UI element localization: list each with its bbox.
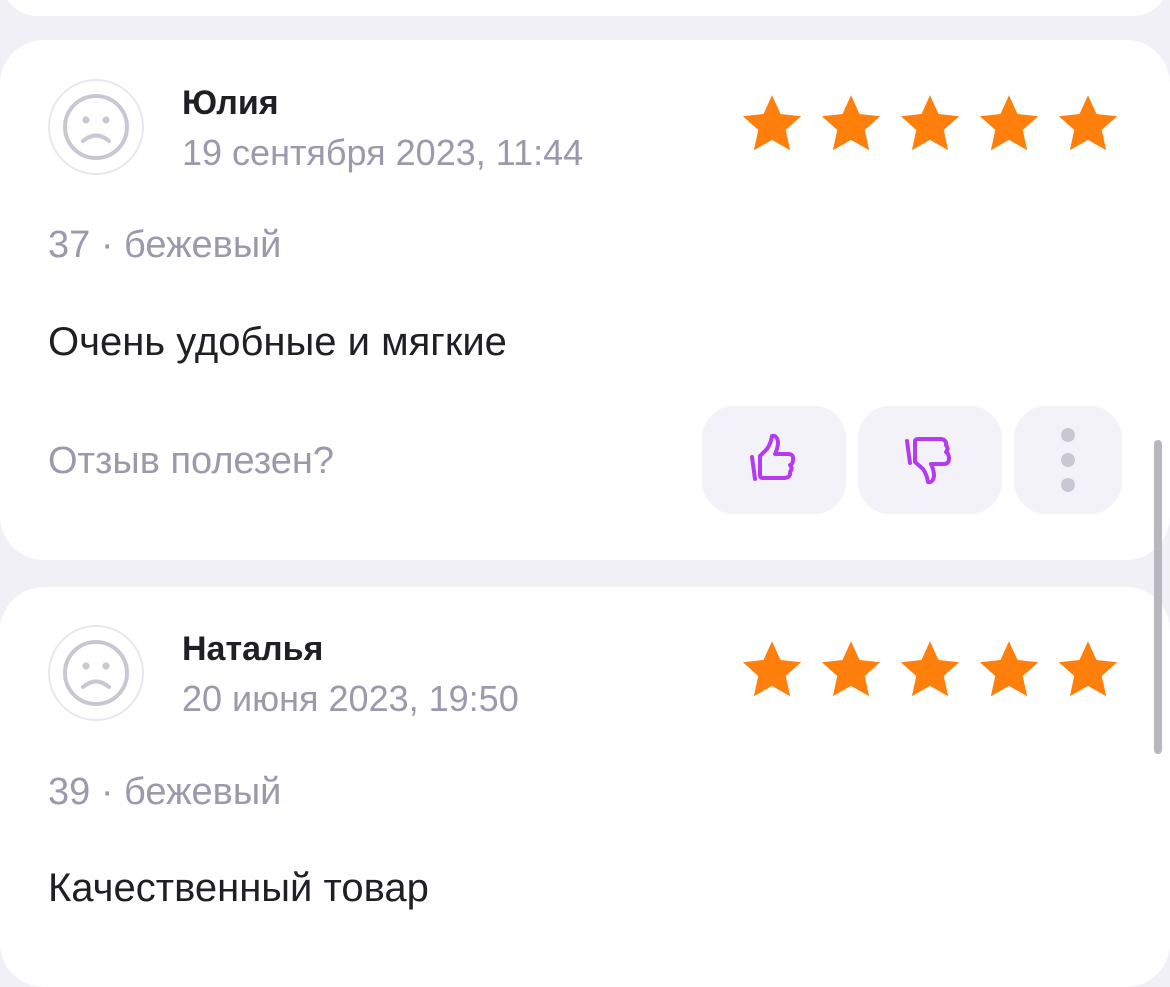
star-icon [900, 641, 960, 697]
sad-face-icon [63, 640, 129, 706]
rating-stars [738, 638, 1122, 704]
review-date: 20 июня 2023, 19:50 [182, 678, 519, 719]
avatar [48, 79, 144, 175]
like-button[interactable] [702, 406, 846, 514]
more-vertical-icon [1061, 428, 1075, 492]
rating-stars [738, 92, 1122, 158]
star-icon [742, 95, 802, 151]
star-icon [1058, 641, 1118, 697]
star-icon [1058, 95, 1118, 151]
helpful-prompt: Отзыв полезен? [48, 440, 335, 482]
thumb-down-icon [905, 437, 951, 485]
star-icon [979, 641, 1039, 697]
review-variant: 37 · бежевый [48, 224, 282, 266]
review-author: Наталья [182, 630, 324, 668]
review-text: Очень удобные и мягкие [48, 320, 507, 364]
thumb-up-icon [750, 433, 796, 481]
review-card: Юлия 19 сентября 2023, 11:44 37 · бежевы… [0, 40, 1170, 560]
star-icon [821, 641, 881, 697]
more-options-button[interactable] [1014, 406, 1122, 514]
review-text: Качественный товар [48, 866, 429, 910]
review-author: Юлия [182, 84, 279, 122]
scrollbar[interactable] [1154, 440, 1162, 754]
dislike-button[interactable] [858, 406, 1002, 514]
avatar [48, 625, 144, 721]
star-icon [979, 95, 1039, 151]
review-date: 19 сентября 2023, 11:44 [182, 132, 584, 173]
previous-review-card [0, 0, 1170, 16]
review-variant: 39 · бежевый [48, 771, 282, 813]
sad-face-icon [63, 94, 129, 160]
review-card: Наталья 20 июня 2023, 19:50 39 · бежевый… [0, 587, 1170, 987]
star-icon [742, 641, 802, 697]
star-icon [900, 95, 960, 151]
star-icon [821, 95, 881, 151]
